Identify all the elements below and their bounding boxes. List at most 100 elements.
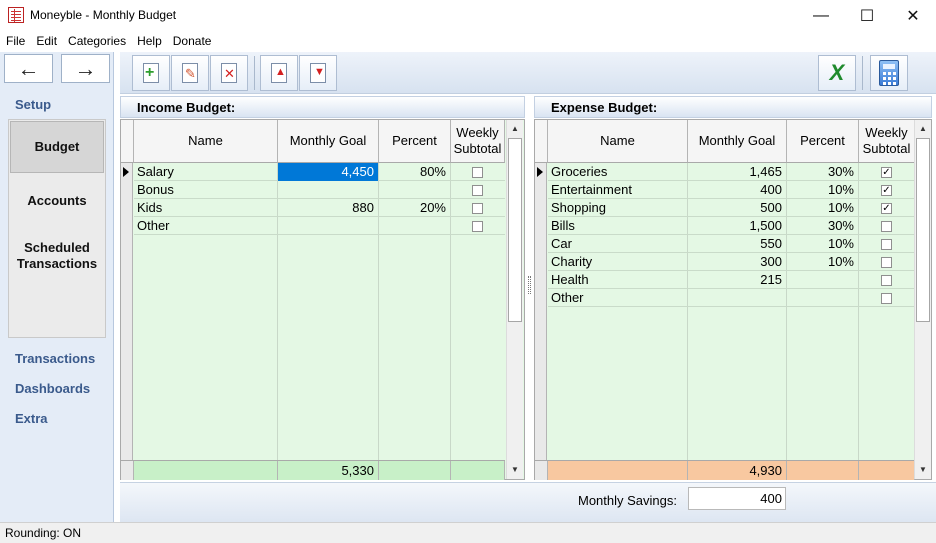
table-row[interactable]: Entertainment 400 10% ✓ <box>548 181 915 199</box>
income-header-name[interactable]: Name <box>134 120 278 163</box>
cell-percent[interactable]: 20% <box>379 199 450 217</box>
cell-monthly-goal[interactable]: 400 <box>688 181 786 199</box>
expense-header-name[interactable]: Name <box>548 120 688 163</box>
weekly-subtotal-checkbox[interactable] <box>881 221 892 232</box>
income-scrollbar[interactable]: ▲ ▼ <box>506 120 523 479</box>
nav-dashboards[interactable]: Dashboards <box>15 381 90 396</box>
excel-export-button[interactable]: X <box>818 55 856 91</box>
cell-name[interactable]: Entertainment <box>548 181 688 199</box>
menu-help[interactable]: Help <box>131 31 167 51</box>
menu-categories[interactable]: Categories <box>62 31 131 51</box>
minimize-button[interactable]: — <box>798 0 844 31</box>
move-down-button[interactable]: ▼ <box>299 55 337 91</box>
cell-monthly-goal[interactable]: 4,450 <box>278 163 378 181</box>
cell-percent[interactable]: 80% <box>379 163 450 181</box>
weekly-subtotal-checkbox[interactable]: ✓ <box>881 167 892 178</box>
nav-transactions[interactable]: Transactions <box>15 351 95 366</box>
cell-percent[interactable] <box>379 181 450 199</box>
nav-scheduled-transactions[interactable]: Scheduled Transactions <box>9 240 105 272</box>
scroll-up-icon[interactable]: ▲ <box>915 120 931 137</box>
cell-monthly-goal[interactable]: 1,500 <box>688 217 786 235</box>
edit-category-button[interactable]: ✎ <box>171 55 209 91</box>
cell-monthly-goal[interactable]: 215 <box>688 271 786 289</box>
monthly-savings-field[interactable]: 400 <box>688 487 786 510</box>
weekly-subtotal-checkbox[interactable] <box>881 257 892 268</box>
forward-button[interactable]: → <box>61 54 110 83</box>
expense-header-goal[interactable]: Monthly Goal <box>688 120 787 163</box>
menu-file[interactable]: File <box>0 31 30 51</box>
scroll-up-icon[interactable]: ▲ <box>507 120 523 137</box>
cell-name[interactable]: Shopping <box>548 199 688 217</box>
table-row[interactable]: Car 550 10% <box>548 235 915 253</box>
panel-splitter[interactable] <box>528 276 531 294</box>
expense-scrollbar[interactable]: ▲ ▼ <box>914 120 931 479</box>
table-row[interactable]: Bills 1,500 30% <box>548 217 915 235</box>
cell-name[interactable]: Other <box>134 217 278 235</box>
cell-name[interactable]: Car <box>548 235 688 253</box>
cell-percent[interactable]: 30% <box>787 217 858 235</box>
expense-header-weekly[interactable]: Weekly Subtotal <box>859 120 915 163</box>
add-category-button[interactable]: + <box>132 55 170 91</box>
maximize-button[interactable]: ☐ <box>844 0 890 31</box>
cell-monthly-goal[interactable]: 550 <box>688 235 786 253</box>
table-row[interactable]: Groceries 1,465 30% ✓ <box>548 163 915 181</box>
cell-name[interactable]: Health <box>548 271 688 289</box>
nav-setup[interactable]: Setup <box>15 97 51 112</box>
nav-budget[interactable]: Budget <box>10 121 104 173</box>
cell-name[interactable]: Charity <box>548 253 688 271</box>
weekly-subtotal-checkbox[interactable] <box>881 275 892 286</box>
cell-monthly-goal[interactable]: 300 <box>688 253 786 271</box>
table-row[interactable]: Salary 4,450 80% <box>134 163 505 181</box>
cell-percent[interactable]: 10% <box>787 199 858 217</box>
nav-accounts[interactable]: Accounts <box>9 193 105 209</box>
income-header-weekly[interactable]: Weekly Subtotal <box>451 120 505 163</box>
scroll-thumb[interactable] <box>508 138 522 322</box>
weekly-subtotal-checkbox[interactable] <box>881 239 892 250</box>
cell-monthly-goal[interactable] <box>688 289 786 307</box>
cell-name[interactable]: Other <box>548 289 688 307</box>
table-row[interactable]: Shopping 500 10% ✓ <box>548 199 915 217</box>
income-header-goal[interactable]: Monthly Goal <box>278 120 379 163</box>
cell-monthly-goal[interactable] <box>278 181 378 199</box>
table-row[interactable]: Bonus <box>134 181 505 199</box>
menu-donate[interactable]: Donate <box>167 31 217 51</box>
nav-extra[interactable]: Extra <box>15 411 48 426</box>
cell-monthly-goal[interactable]: 880 <box>278 199 378 217</box>
cell-percent[interactable] <box>787 289 858 307</box>
scroll-down-icon[interactable]: ▼ <box>507 461 523 478</box>
move-up-button[interactable]: ▲ <box>260 55 298 91</box>
table-row[interactable]: Health 215 <box>548 271 915 289</box>
weekly-subtotal-checkbox[interactable] <box>472 221 483 232</box>
weekly-subtotal-checkbox[interactable]: ✓ <box>881 203 892 214</box>
weekly-subtotal-checkbox[interactable] <box>472 167 483 178</box>
cell-name[interactable]: Bills <box>548 217 688 235</box>
cell-name[interactable]: Salary <box>134 163 278 181</box>
weekly-subtotal-checkbox[interactable] <box>472 203 483 214</box>
table-row[interactable]: Other <box>134 217 505 235</box>
cell-percent[interactable]: 10% <box>787 235 858 253</box>
expense-header-percent[interactable]: Percent <box>787 120 859 163</box>
cell-name[interactable]: Kids <box>134 199 278 217</box>
delete-category-button[interactable]: ✕ <box>210 55 248 91</box>
cell-monthly-goal[interactable] <box>278 217 378 235</box>
scroll-down-icon[interactable]: ▼ <box>915 461 931 478</box>
cell-percent[interactable]: 10% <box>787 181 858 199</box>
calculator-button[interactable] <box>870 55 908 91</box>
weekly-subtotal-checkbox[interactable]: ✓ <box>881 185 892 196</box>
weekly-subtotal-checkbox[interactable] <box>881 293 892 304</box>
weekly-subtotal-checkbox[interactable] <box>472 185 483 196</box>
table-row[interactable]: Kids 880 20% <box>134 199 505 217</box>
cell-monthly-goal[interactable]: 500 <box>688 199 786 217</box>
back-button[interactable]: ← <box>4 54 53 83</box>
table-row[interactable]: Charity 300 10% <box>548 253 915 271</box>
cell-percent[interactable]: 30% <box>787 163 858 181</box>
menu-edit[interactable]: Edit <box>30 31 62 51</box>
cell-monthly-goal[interactable]: 1,465 <box>688 163 786 181</box>
cell-name[interactable]: Groceries <box>548 163 688 181</box>
table-row[interactable]: Other <box>548 289 915 307</box>
cell-name[interactable]: Bonus <box>134 181 278 199</box>
cell-percent[interactable]: 10% <box>787 253 858 271</box>
cell-percent[interactable] <box>379 217 450 235</box>
income-header-percent[interactable]: Percent <box>379 120 451 163</box>
scroll-thumb[interactable] <box>916 138 930 322</box>
